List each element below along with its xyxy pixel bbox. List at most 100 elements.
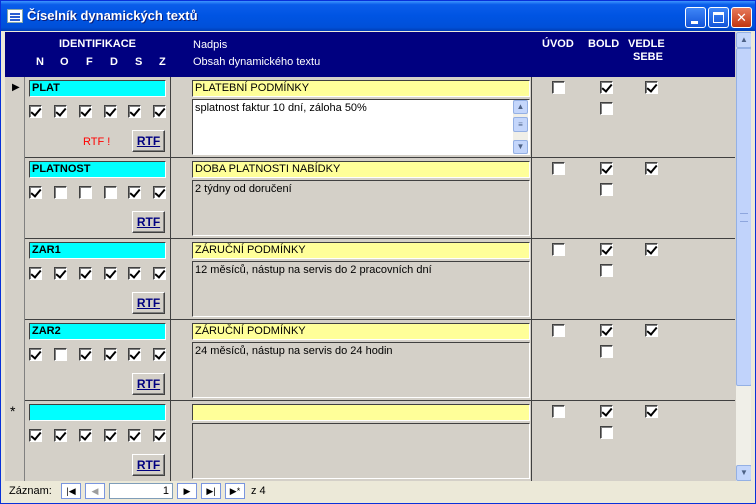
- flag-checkbox-f[interactable]: [79, 105, 92, 118]
- rtf-button[interactable]: RTF: [132, 130, 165, 152]
- flag-checkbox-s[interactable]: [128, 186, 141, 199]
- flag-checkbox-f[interactable]: [79, 348, 92, 361]
- form-icon[interactable]: [7, 9, 23, 23]
- minimize-button[interactable]: [685, 7, 706, 28]
- scroll-up-button[interactable]: ▲: [736, 32, 751, 48]
- record-id-field[interactable]: PLAT: [29, 80, 166, 97]
- flag-checkbox-d[interactable]: [104, 186, 117, 199]
- flag-checkbox-s[interactable]: [128, 429, 141, 442]
- vedle-sebe-checkbox[interactable]: [645, 81, 658, 94]
- body-bold-checkbox[interactable]: [600, 102, 613, 115]
- heading-field[interactable]: ZÁRUČNÍ PODMÍNKY: [192, 323, 530, 340]
- body-text-field[interactable]: [192, 423, 530, 479]
- uvod-checkbox[interactable]: [552, 405, 565, 418]
- rtf-button[interactable]: RTF: [132, 211, 165, 233]
- body-bold-checkbox[interactable]: [600, 264, 613, 277]
- record-id-field[interactable]: PLATNOST: [29, 161, 166, 178]
- record-id-field[interactable]: ZAR1: [29, 242, 166, 259]
- body-bold-checkbox[interactable]: [600, 345, 613, 358]
- record-id-field[interactable]: ZAR2: [29, 323, 166, 340]
- bold-checkbox[interactable]: [600, 81, 613, 94]
- flag-checkbox-s[interactable]: [128, 348, 141, 361]
- body-scroll-thumb[interactable]: ≡: [513, 117, 528, 132]
- flag-checkbox-d[interactable]: [104, 105, 117, 118]
- uvod-checkbox[interactable]: [552, 324, 565, 337]
- rtf-button[interactable]: RTF: [132, 292, 165, 314]
- body-scroll-up[interactable]: ▲: [513, 100, 528, 114]
- bold-checkbox[interactable]: [600, 405, 613, 418]
- vedle-sebe-checkbox[interactable]: [645, 405, 658, 418]
- flag-checkbox-d[interactable]: [104, 267, 117, 280]
- body-text-field[interactable]: 12 měsíců, nástup na servis do 2 pracovn…: [192, 261, 530, 317]
- scroll-down-button[interactable]: ▼: [736, 465, 751, 481]
- heading-field[interactable]: DOBA PLATNOSTI NABÍDKY: [192, 161, 530, 178]
- vedle-sebe-checkbox[interactable]: [645, 243, 658, 256]
- heading-field[interactable]: PLATEBNÍ PODMÍNKY: [192, 80, 530, 97]
- form-window: Číselník dynamických textů ✕ IDENTIFIKAC…: [0, 0, 756, 504]
- rtf-button[interactable]: RTF: [132, 373, 165, 395]
- flag-checkbox-o[interactable]: [54, 267, 67, 280]
- flag-checkbox-n[interactable]: [29, 429, 42, 442]
- flag-checkbox-o[interactable]: [54, 429, 67, 442]
- form-header: IDENTIFIKACE N O F D S Z Nadpis Obsah dy…: [5, 32, 735, 77]
- flag-checkbox-s[interactable]: [128, 267, 141, 280]
- flag-checkbox-f[interactable]: [79, 267, 92, 280]
- scroll-thumb[interactable]: [736, 48, 751, 386]
- current-record-field[interactable]: 1: [109, 483, 173, 499]
- flag-checkbox-f[interactable]: [79, 186, 92, 199]
- uvod-checkbox[interactable]: [552, 243, 565, 256]
- vedle-sebe-checkbox[interactable]: [645, 162, 658, 175]
- title-bar[interactable]: Číselník dynamických textů ✕: [1, 1, 755, 31]
- body-text-field[interactable]: 24 měsíců, nástup na servis do 24 hodin: [192, 342, 530, 398]
- bold-checkbox[interactable]: [600, 324, 613, 337]
- flag-checkbox-o[interactable]: [54, 348, 67, 361]
- flag-checkbox-z[interactable]: [153, 186, 166, 199]
- uvod-checkbox[interactable]: [552, 81, 565, 94]
- flag-checkbox-n[interactable]: [29, 267, 42, 280]
- record-selector-column[interactable]: [5, 77, 25, 481]
- uvod-checkbox[interactable]: [552, 162, 565, 175]
- new-record-button[interactable]: ▶*: [225, 483, 245, 499]
- vertical-scrollbar[interactable]: ▲ ▼: [735, 32, 751, 481]
- body-text-field[interactable]: splatnost faktur 10 dní, záloha 50% ▲ ≡ …: [192, 99, 530, 155]
- body-scroll-down[interactable]: ▼: [513, 140, 528, 154]
- header-col-z: Z: [159, 56, 166, 68]
- record-row: ZAR2 RTF ZÁRUČNÍ PODMÍNKY 24 měsíců, nástup…: [25, 320, 735, 401]
- flag-checkbox-d[interactable]: [104, 429, 117, 442]
- flag-checkbox-n[interactable]: [29, 186, 42, 199]
- flag-checkbox-z[interactable]: [153, 348, 166, 361]
- flag-checkbox-s[interactable]: [128, 105, 141, 118]
- flag-checkbox-o[interactable]: [54, 186, 67, 199]
- maximize-icon: [713, 12, 724, 23]
- bold-checkbox[interactable]: [600, 243, 613, 256]
- heading-field[interactable]: ZÁRUČNÍ PODMÍNKY: [192, 242, 530, 259]
- next-record-button[interactable]: ▶: [177, 483, 197, 499]
- body-scrollbar[interactable]: ▲ ≡ ▼: [513, 100, 528, 154]
- heading-field[interactable]: [192, 404, 530, 421]
- body-text-field[interactable]: 2 týdny od doručení: [192, 180, 530, 236]
- flag-checkbox-z[interactable]: [153, 105, 166, 118]
- last-record-icon: ▶|: [206, 486, 216, 496]
- maximize-button[interactable]: [708, 7, 729, 28]
- bold-checkbox[interactable]: [600, 162, 613, 175]
- body-bold-checkbox[interactable]: [600, 183, 613, 196]
- flag-checkbox-d[interactable]: [104, 348, 117, 361]
- flag-checkbox-o[interactable]: [54, 105, 67, 118]
- flag-checkbox-n[interactable]: [29, 105, 42, 118]
- flag-checkbox-z[interactable]: [153, 429, 166, 442]
- header-bold: BOLD: [588, 38, 620, 50]
- flag-checkbox-f[interactable]: [79, 429, 92, 442]
- vedle-sebe-checkbox[interactable]: [645, 324, 658, 337]
- last-record-button[interactable]: ▶|: [201, 483, 221, 499]
- previous-record-button[interactable]: ◀: [85, 483, 105, 499]
- rtf-warning: RTF !: [83, 136, 111, 148]
- body-bold-checkbox[interactable]: [600, 426, 613, 439]
- rtf-button[interactable]: RTF: [132, 454, 165, 476]
- record-id-field[interactable]: [29, 404, 166, 421]
- column-divider: [531, 158, 532, 239]
- column-divider: [531, 320, 532, 401]
- close-button[interactable]: ✕: [731, 7, 752, 28]
- flag-checkbox-z[interactable]: [153, 267, 166, 280]
- first-record-button[interactable]: |◀: [61, 483, 81, 499]
- flag-checkbox-n[interactable]: [29, 348, 42, 361]
